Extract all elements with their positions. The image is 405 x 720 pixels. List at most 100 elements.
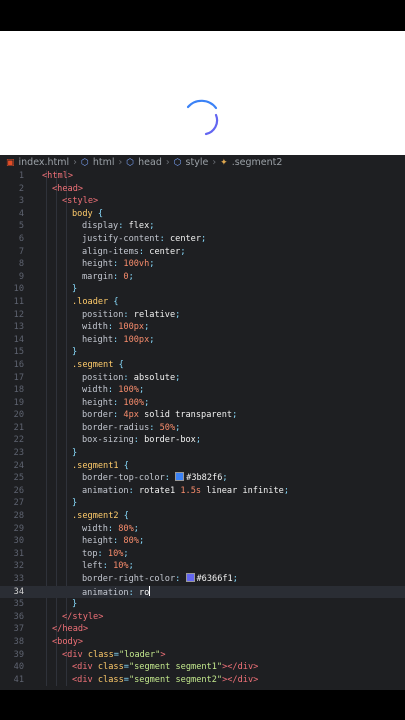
code-token: #6366f1 — [196, 574, 233, 584]
code-token: body — [72, 208, 98, 219]
code-line[interactable]: 5 display: flex; — [0, 220, 405, 233]
code-line[interactable]: 20 border: 4px solid transparent; — [0, 409, 405, 422]
code-token: <head> — [52, 183, 84, 194]
code-text: <html> — [42, 170, 73, 183]
line-number: 23 — [13, 448, 24, 459]
code-text: margin: 0; — [82, 271, 134, 284]
code-line[interactable]: 17 position: absolute; — [0, 372, 405, 385]
code-line[interactable]: 37 </head> — [0, 623, 405, 636]
code-text: } — [72, 283, 77, 296]
code-line[interactable]: 27} — [0, 497, 405, 510]
code-line[interactable]: 34 animation: ro — [0, 585, 405, 599]
code-token: left — [82, 561, 103, 572]
chevron-right-icon: › — [73, 157, 77, 168]
code-line[interactable]: 30 height: 80%; — [0, 535, 405, 548]
code-line[interactable]: 35} — [0, 598, 405, 611]
code-line[interactable]: 26 animation: rotate1 1.5s linear infinit… — [0, 485, 405, 498]
code-line[interactable]: 21 border-radius: 50%; — [0, 422, 405, 435]
code-line[interactable]: 32 left: 10%; — [0, 560, 405, 573]
code-token: center — [149, 246, 181, 257]
code-line[interactable]: 18 width: 100%; — [0, 384, 405, 397]
code-line[interactable]: 29 width: 80%; — [0, 523, 405, 536]
code-token: border-top-color — [82, 473, 165, 484]
code-line[interactable]: 14 height: 100px; — [0, 334, 405, 347]
code-line[interactable]: 10} — [0, 283, 405, 296]
code-text: height: 80%; — [82, 535, 144, 548]
code-text: } — [72, 346, 77, 359]
breadcrumb-item[interactable]: ⬡ head — [126, 157, 162, 168]
code-line[interactable]: 36 </style> — [0, 611, 405, 624]
code-line[interactable]: 16 .segment { — [0, 359, 405, 372]
code-line[interactable]: 9 margin: 0; — [0, 271, 405, 284]
code-token: : — [159, 233, 170, 244]
code-token: height — [82, 259, 114, 270]
element-icon: ⬡ — [173, 158, 182, 168]
code-text: position: absolute; — [82, 372, 180, 385]
code-line[interactable]: 12 position: relative; — [0, 309, 405, 322]
code-text: width: 80%; — [82, 523, 139, 536]
line-number: 3 — [18, 196, 24, 207]
line-number: 27 — [13, 498, 24, 509]
breadcrumb-item[interactable]: ⬡ style — [174, 157, 209, 168]
code-line[interactable]: 15} — [0, 346, 405, 359]
code-token: height — [82, 397, 114, 408]
code-text: border-right-color: #6366f1; — [82, 573, 238, 586]
code-token: : — [107, 385, 119, 396]
code-line[interactable]: 3 <style> — [0, 195, 405, 208]
code-token: center — [169, 233, 202, 244]
code-line[interactable]: 39 <div class="loader"> — [0, 649, 405, 662]
code-line[interactable]: 7 align-items: center; — [0, 246, 405, 259]
line-number: 9 — [18, 271, 24, 282]
line-number: 14 — [13, 334, 24, 345]
code-token: align-items — [82, 246, 139, 257]
breadcrumb-item[interactable]: ⬡ html — [81, 157, 115, 168]
code-line[interactable]: 6 justify-content: center; — [0, 233, 405, 246]
code-line[interactable]: 23} — [0, 447, 405, 460]
browser-preview — [0, 31, 405, 155]
code-line[interactable]: 38 <body> — [0, 636, 405, 649]
breadcrumb-item[interactable]: ▣ index.html — [6, 157, 69, 168]
code-token: width — [82, 385, 108, 396]
code-token: { — [113, 296, 119, 307]
code-line[interactable]: 22 box-sizing: border-box; — [0, 434, 405, 447]
code-line[interactable]: 28 .segment2 { — [0, 510, 405, 523]
code-token: ; — [175, 372, 181, 383]
code-token: </style> — [62, 611, 104, 622]
code-token: position — [82, 309, 124, 320]
line-number: 18 — [13, 385, 24, 396]
line-number: 28 — [13, 511, 24, 522]
code-line[interactable]: 41 <div class="segment segment2"></div> — [0, 674, 405, 687]
code-line[interactable]: 11 .loader { — [0, 296, 405, 309]
code-line[interactable]: 8 height: 100vh; — [0, 258, 405, 271]
code-text: .segment2 { — [72, 510, 129, 523]
code-text: border: 4px solid transparent; — [82, 409, 237, 422]
code-text: display: flex; — [82, 220, 154, 233]
code-line[interactable]: 13 width: 100px; — [0, 321, 405, 334]
code-editor[interactable]: ▣ index.html › ⬡ html › ⬡ head › ⬡ style › ✦ .segment… — [0, 155, 405, 690]
breadcrumb-item[interactable]: ✦ .segment2 — [220, 157, 282, 168]
line-number: 8 — [18, 259, 24, 270]
color-swatch-icon[interactable] — [175, 472, 185, 482]
code-token: : — [102, 561, 114, 572]
code-line[interactable]: 1 <html> — [0, 170, 405, 183]
code-token: : — [128, 485, 139, 496]
code-token: { — [118, 359, 124, 370]
code-text: height: 100px; — [82, 334, 154, 347]
code-area[interactable]: 1 <html> 2 <head> 3 <style> 4 body {5 display: f… — [0, 170, 405, 687]
color-swatch-icon[interactable] — [185, 573, 195, 582]
code-token: ></div> — [222, 662, 259, 673]
code-line[interactable]: 25 border-top-color: #3b82f6; — [0, 472, 405, 485]
code-line[interactable]: 24 .segment1 { — [0, 460, 405, 473]
code-line[interactable]: 19 height: 100%; — [0, 397, 405, 410]
code-line[interactable]: 40 <div class="segment segment1"></div> — [0, 661, 405, 674]
code-token: ; — [128, 561, 134, 572]
code-token: } — [72, 599, 78, 610]
code-line[interactable]: 4 body { — [0, 208, 405, 221]
code-token: <html> — [42, 171, 74, 181]
code-line[interactable]: 2 <head> — [0, 183, 405, 196]
line-number: 5 — [18, 221, 24, 232]
code-line[interactable]: 33 border-right-color: #6366f1; — [0, 573, 405, 586]
code-line[interactable]: 31 top: 10%; — [0, 548, 405, 561]
code-token: "segment segment2" — [128, 674, 223, 685]
code-token: : — [133, 435, 145, 446]
